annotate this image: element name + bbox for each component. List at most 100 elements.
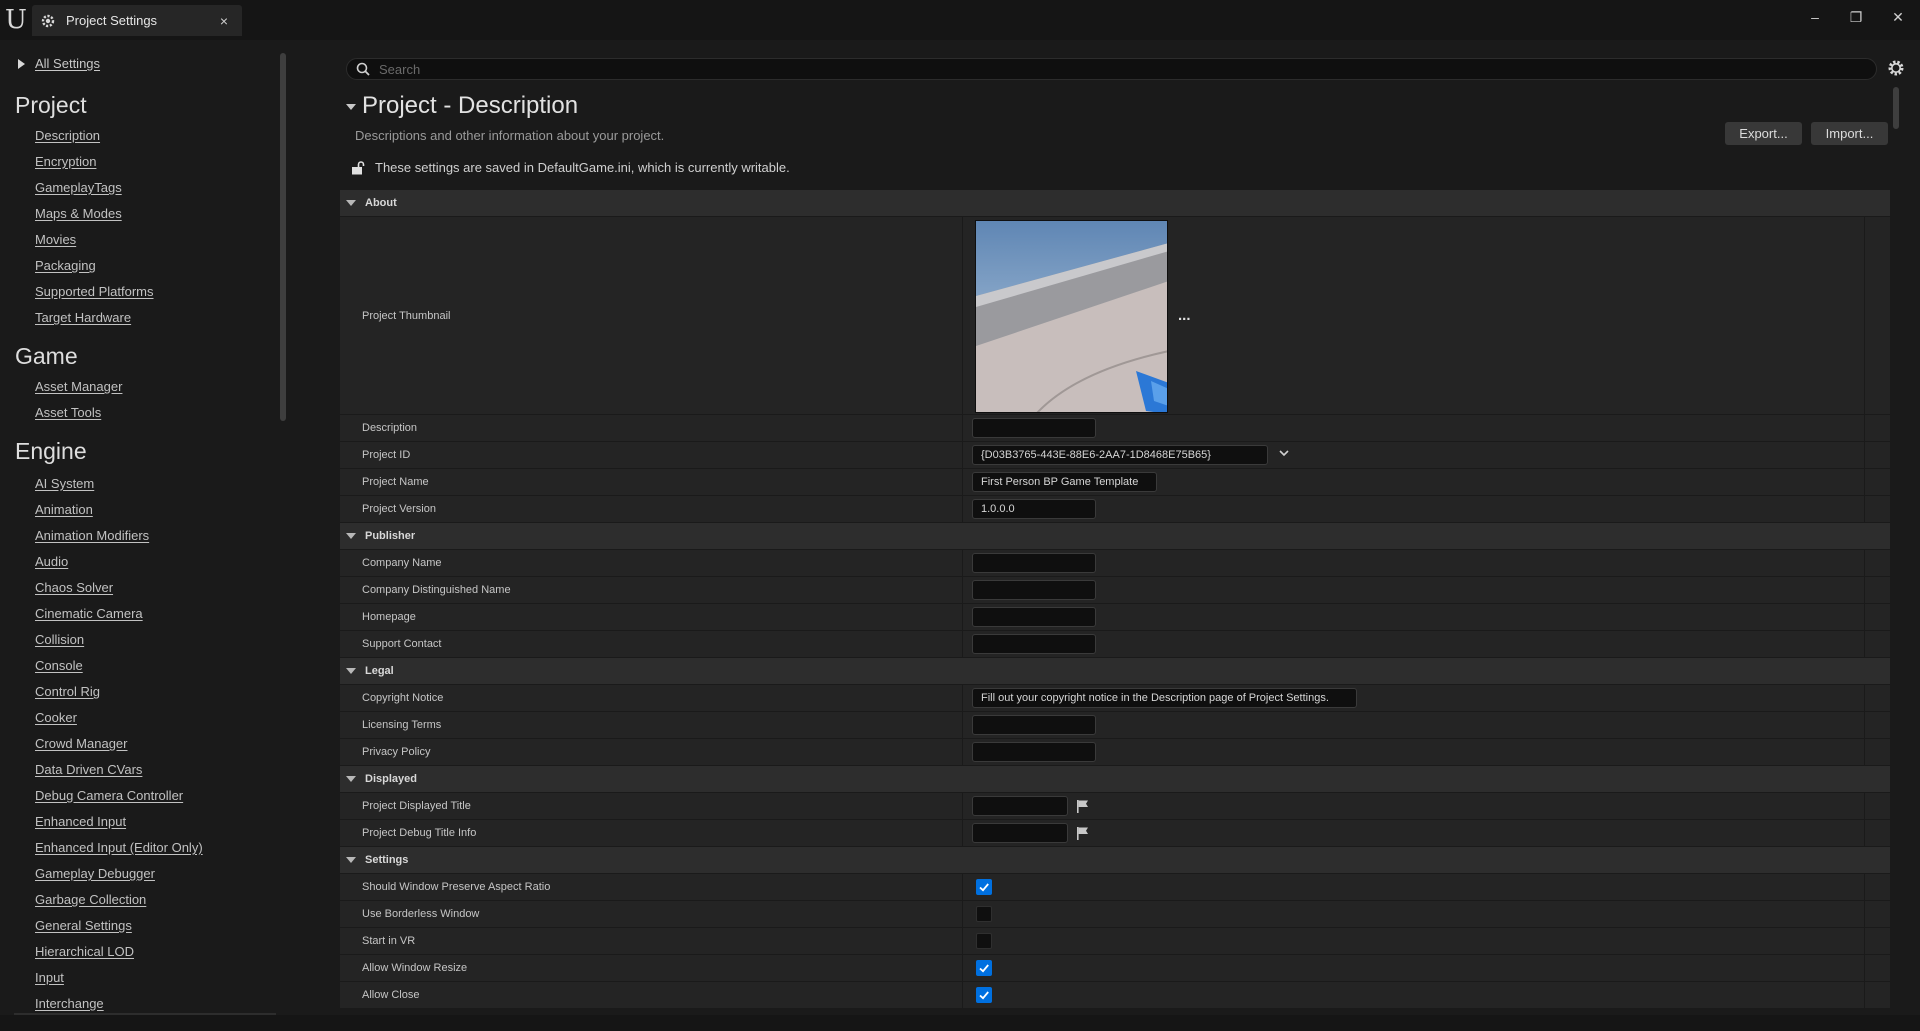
allow-window-resize-checkbox[interactable]	[976, 960, 992, 976]
sidebar-item-hierarchical-lod[interactable]: Hierarchical LOD	[35, 944, 134, 959]
column-divider[interactable]	[962, 739, 963, 765]
column-divider[interactable]	[962, 415, 963, 441]
sidebar-item-cinematic-camera[interactable]: Cinematic Camera	[35, 606, 143, 621]
homepage-field[interactable]	[972, 607, 1096, 627]
company-distinguished-name-field[interactable]	[972, 580, 1096, 600]
column-divider[interactable]	[962, 442, 963, 468]
tab-project-settings[interactable]: Project Settings ×	[32, 5, 242, 36]
minimize-icon[interactable]: –	[1801, 6, 1829, 28]
sidebar-item-packaging[interactable]: Packaging	[35, 258, 96, 273]
sidebar-bottom-scrollbar[interactable]	[14, 1013, 276, 1015]
allow-close-checkbox[interactable]	[976, 987, 992, 1003]
column-divider[interactable]	[962, 577, 963, 603]
use-borderless-window-checkbox[interactable]	[976, 906, 992, 922]
sidebar-item-debug-camera-controller[interactable]: Debug Camera Controller	[35, 788, 183, 803]
details-scrollbar[interactable]	[1893, 87, 1899, 129]
column-divider-right	[1864, 496, 1865, 522]
column-divider[interactable]	[962, 955, 963, 981]
tab-close-icon[interactable]: ×	[214, 11, 234, 31]
column-divider[interactable]	[962, 685, 963, 711]
column-divider[interactable]	[962, 712, 963, 738]
import-button[interactable]: Import...	[1811, 122, 1888, 145]
sidebar-item-animation[interactable]: Animation	[35, 502, 93, 517]
property-row-project-version: Project Version 1.0.0.0	[340, 496, 1890, 523]
property-value	[972, 712, 1096, 738]
column-divider[interactable]	[962, 217, 963, 414]
sidebar-item-maps-modes[interactable]: Maps & Modes	[35, 206, 122, 221]
sidebar-item-general-settings[interactable]: General Settings	[35, 918, 132, 933]
collapse-arrow-icon[interactable]	[346, 104, 356, 110]
column-divider[interactable]	[962, 550, 963, 576]
sidebar-item-control-rig[interactable]: Control Rig	[35, 684, 100, 699]
sidebar-item-movies[interactable]: Movies	[35, 232, 76, 247]
section-publisher[interactable]: Publisher	[340, 523, 1890, 550]
column-divider[interactable]	[962, 793, 963, 819]
column-divider[interactable]	[962, 496, 963, 522]
sidebar-item-crowd-manager[interactable]: Crowd Manager	[35, 736, 128, 751]
gear-icon[interactable]	[1886, 58, 1906, 78]
column-divider[interactable]	[962, 820, 963, 846]
section-displayed[interactable]: Displayed	[340, 766, 1890, 793]
search-box[interactable]	[346, 58, 1877, 80]
sidebar-item-gameplaytags[interactable]: GameplayTags	[35, 180, 122, 195]
section-about[interactable]: About	[340, 190, 1890, 217]
section-legal[interactable]: Legal	[340, 658, 1890, 685]
sidebar-scrollbar[interactable]	[280, 53, 286, 421]
should-window-preserve-aspect-ratio-checkbox[interactable]	[976, 879, 992, 895]
all-settings-link[interactable]: All Settings	[18, 56, 100, 71]
support-contact-field[interactable]	[972, 634, 1096, 654]
sidebar-item-asset-tools[interactable]: Asset Tools	[35, 405, 101, 420]
column-divider[interactable]	[962, 604, 963, 630]
sidebar-item-target-hardware[interactable]: Target Hardware	[35, 310, 131, 325]
sidebar-item-animation-modifiers[interactable]: Animation Modifiers	[35, 528, 149, 543]
search-input[interactable]	[377, 60, 1857, 78]
section-settings[interactable]: Settings	[340, 847, 1890, 874]
property-value	[972, 982, 992, 1008]
sidebar-item-supported-platforms[interactable]: Supported Platforms	[35, 284, 154, 299]
localization-flag-icon[interactable]	[1075, 825, 1091, 841]
sidebar-item-ai-system[interactable]: AI System	[35, 476, 94, 491]
sidebar-item-enhanced-input[interactable]: Enhanced Input	[35, 814, 126, 829]
section-title: Displayed	[365, 773, 417, 785]
column-divider[interactable]	[962, 874, 963, 900]
start-in-vr-checkbox[interactable]	[976, 933, 992, 949]
sidebar-item-data-driven-cvars[interactable]: Data Driven CVars	[35, 762, 142, 777]
project-thumbnail-image[interactable]	[975, 219, 1168, 413]
property-value	[972, 631, 1096, 657]
column-divider[interactable]	[962, 928, 963, 954]
description-field[interactable]	[972, 418, 1096, 438]
project-id-field[interactable]: {D03B3765-443E-88E6-2AA7-1D8468E75B65}	[972, 445, 1268, 465]
sidebar-item-description[interactable]: Description	[35, 128, 100, 143]
project-displayed-title-field[interactable]	[972, 796, 1068, 816]
column-divider[interactable]	[962, 901, 963, 927]
sidebar-item-chaos-solver[interactable]: Chaos Solver	[35, 580, 113, 595]
privacy-policy-field[interactable]	[972, 742, 1096, 762]
sidebar-item-asset-manager[interactable]: Asset Manager	[35, 379, 122, 394]
licensing-terms-field[interactable]	[972, 715, 1096, 735]
project-version-field[interactable]: 1.0.0.0	[972, 499, 1096, 519]
sidebar-item-input[interactable]: Input	[35, 970, 64, 985]
project-debug-title-info-field[interactable]	[972, 823, 1068, 843]
column-divider[interactable]	[962, 982, 963, 1008]
more-options-icon[interactable]: ...	[1178, 307, 1191, 324]
copyright-notice-field[interactable]: Fill out your copyright notice in the De…	[972, 688, 1357, 708]
sidebar-item-interchange[interactable]: Interchange	[35, 996, 104, 1011]
sidebar-item-audio[interactable]: Audio	[35, 554, 68, 569]
close-icon[interactable]: ✕	[1884, 6, 1912, 28]
project-name-field[interactable]: First Person BP Game Template	[972, 472, 1157, 492]
sidebar-item-gameplay-debugger[interactable]: Gameplay Debugger	[35, 866, 155, 881]
sidebar-item-garbage-collection[interactable]: Garbage Collection	[35, 892, 146, 907]
company-name-field[interactable]	[972, 553, 1096, 573]
chevron-down-icon[interactable]	[1278, 446, 1290, 464]
localization-flag-icon[interactable]	[1075, 798, 1091, 814]
column-divider-right	[1864, 712, 1865, 738]
export-button[interactable]: Export...	[1725, 122, 1802, 145]
sidebar-item-cooker[interactable]: Cooker	[35, 710, 77, 725]
column-divider[interactable]	[962, 469, 963, 495]
sidebar-item-collision[interactable]: Collision	[35, 632, 84, 647]
column-divider[interactable]	[962, 631, 963, 657]
sidebar-item-encryption[interactable]: Encryption	[35, 154, 96, 169]
sidebar-item-console[interactable]: Console	[35, 658, 83, 673]
restore-icon[interactable]: ❐	[1842, 6, 1870, 28]
sidebar-item-enhanced-input-editor-only[interactable]: Enhanced Input (Editor Only)	[35, 840, 203, 855]
